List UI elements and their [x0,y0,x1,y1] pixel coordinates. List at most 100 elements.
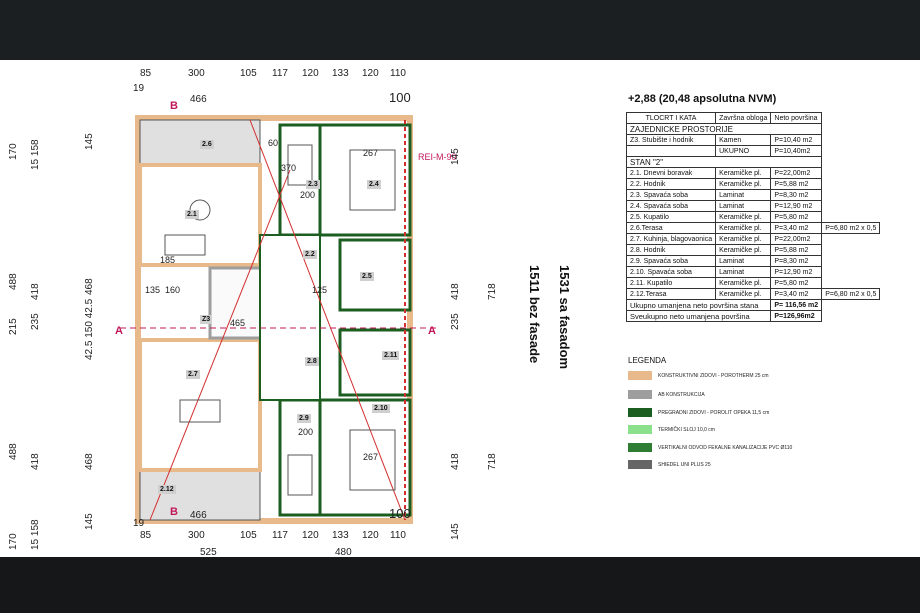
cell [822,267,880,278]
legend-label: KONSTRUKTIVNI ZIDOVI - POROTHERM 25 cm [658,372,769,379]
cell [822,168,880,179]
cell: 2.7. Kuhinja, blagovaonica [625,233,717,245]
cell: P=8,30 m2 [770,189,823,201]
dim: 145 [84,513,95,530]
cell: Laminat [715,255,772,267]
dim: 110 [390,530,406,541]
legend-swatch [628,371,652,380]
cell: Keramičke pl. [715,244,772,256]
cell: P=22,00m2 [770,167,823,179]
section-marker: A [428,325,436,337]
cell: Laminat [715,189,772,201]
cell: P=8,30 m2 [770,255,823,267]
cell: Sveukupno neto umanjena površina [625,310,772,322]
dim: 466 [190,510,207,521]
dim: 133 [332,68,349,79]
room-tag: 2.5 [360,272,374,281]
marker-100-top: 100 [389,90,411,105]
dim: 488 [8,443,19,460]
cell: 2.3. Spavaća soba [625,189,717,201]
cell: P=5,80 m2 [770,277,823,289]
cell: Keramičke pl. [715,277,772,289]
legend-swatch [628,425,652,434]
dim: 42.5 150 42.5 [84,298,95,360]
dim: 145 [450,523,461,540]
legend-item: KONSTRUKTIVNI ZIDOVI - POROTHERM 25 cm [628,371,769,380]
table-row: 2.11. Kupatilo Keramičke pl. P=5,80 m2 [625,277,880,289]
table-row: 2.8. Hodnik Keramičke pl. P=5,88 m2 [625,244,880,256]
cell: Z3. Stubište i hodnik [625,134,717,146]
section-title: STAN "2" [625,156,823,168]
legend-swatch [628,443,652,452]
total-row: Sveukupno neto umanjena površina P=126,9… [625,310,880,322]
dim: 145 [84,133,95,150]
dim: 235 [30,313,41,330]
cell: 2.9. Spavaća soba [625,255,717,267]
cell [822,256,880,267]
dim: 85 [140,68,152,79]
stan-rows: 2.1. Dnevni boravak Keramičke pl. P=22,00m… [625,167,881,300]
legend-title: LEGENDA [628,356,667,365]
cell [822,212,880,223]
room-tag: 2.4 [367,180,381,189]
legend-item: AB KONSTRUKCIJA [628,390,705,399]
cell: P=12,90 m2 [770,200,823,212]
room-tag: 2.2 [303,250,317,259]
table-row: 2.12.Terasa Keramičke pl. P=3,40 m2 P=6,80 … [625,288,881,300]
legend-label: VERTIKALNI ODVOD FEKALNE KANALIZACIJE PV… [658,444,793,451]
dim: 418 [450,453,461,470]
legend-label: AB KONSTRUKCIJA [658,391,705,398]
cell: P=3,40 m2 [770,222,823,234]
table-row: 2.7. Kuhinja, blagovaonica Keramičke pl. P… [625,233,880,245]
cell: Kamen [715,134,772,146]
dim: 15 158 [30,139,41,170]
room-tag: 2.7 [186,370,200,379]
cell: 2.5. Kupatilo [625,211,717,223]
dim: 525 [200,547,217,557]
dim: 15 158 [30,519,41,550]
cell: P=22,00m2 [770,233,823,245]
cell [822,234,880,245]
label-without-facade: 1511 bez fasade [527,265,542,364]
dim: 465 [230,318,246,328]
dim: 170 [8,143,19,160]
cell: P=10,40m2 [770,145,823,157]
cell: Keramičke pl. [715,233,772,245]
cell: P=10,40 m2 [770,134,823,146]
table-row: 2.1. Dnevni boravak Keramičke pl. P=22,00m… [625,167,880,179]
dim: 370 [281,163,297,173]
dim: 19 [133,83,145,94]
dim: 200 [298,427,314,437]
dim: 170 [8,533,19,550]
table-row: 2.4. Spavaća soba Laminat P=12,90 m2 [625,200,880,212]
cell: Keramičke pl. [715,167,772,179]
table-row: 2.6.Terasa Keramičke pl. P=3,40 m2 P=6,80 m… [625,222,881,234]
room-tag: 2.8 [305,357,319,366]
dim: 267 [363,148,379,158]
cell: P=5,88 m2 [770,178,823,190]
dim: 418 [30,283,41,300]
header-cell: Završna obloga [715,112,772,124]
dim: 235 [450,313,461,330]
floor-plan [120,115,440,524]
dim: 468 [84,278,95,295]
marker-100-bottom: 100 [389,506,411,521]
cell: P=6,80 m2 x 0,5 [821,222,881,234]
header-cell: TLOCRT I KATA [625,112,717,124]
dim: 110 [390,68,406,79]
label-with-facade: 1531 sa fasadom [557,265,572,370]
legend-item: SHIEDEL UNI PLUS 25 [628,460,711,469]
room-tag: Z3 [200,315,213,324]
cell: 2.4. Spavaća soba [625,200,717,212]
legend-label: TERMIČKI SLOJ 10,0 cm [658,426,715,433]
room-tag: 2.10 [372,404,390,413]
dim: 718 [487,283,498,300]
room-tag: 2.6 [200,140,214,149]
cell: P= 116,56 m2 [770,299,823,311]
dim: 120 [302,530,319,541]
legend-swatch [628,408,652,417]
cell: Laminat [715,200,772,212]
section-marker: B [170,506,178,518]
dim: 135 [145,285,161,295]
dim: 267 [363,452,379,462]
